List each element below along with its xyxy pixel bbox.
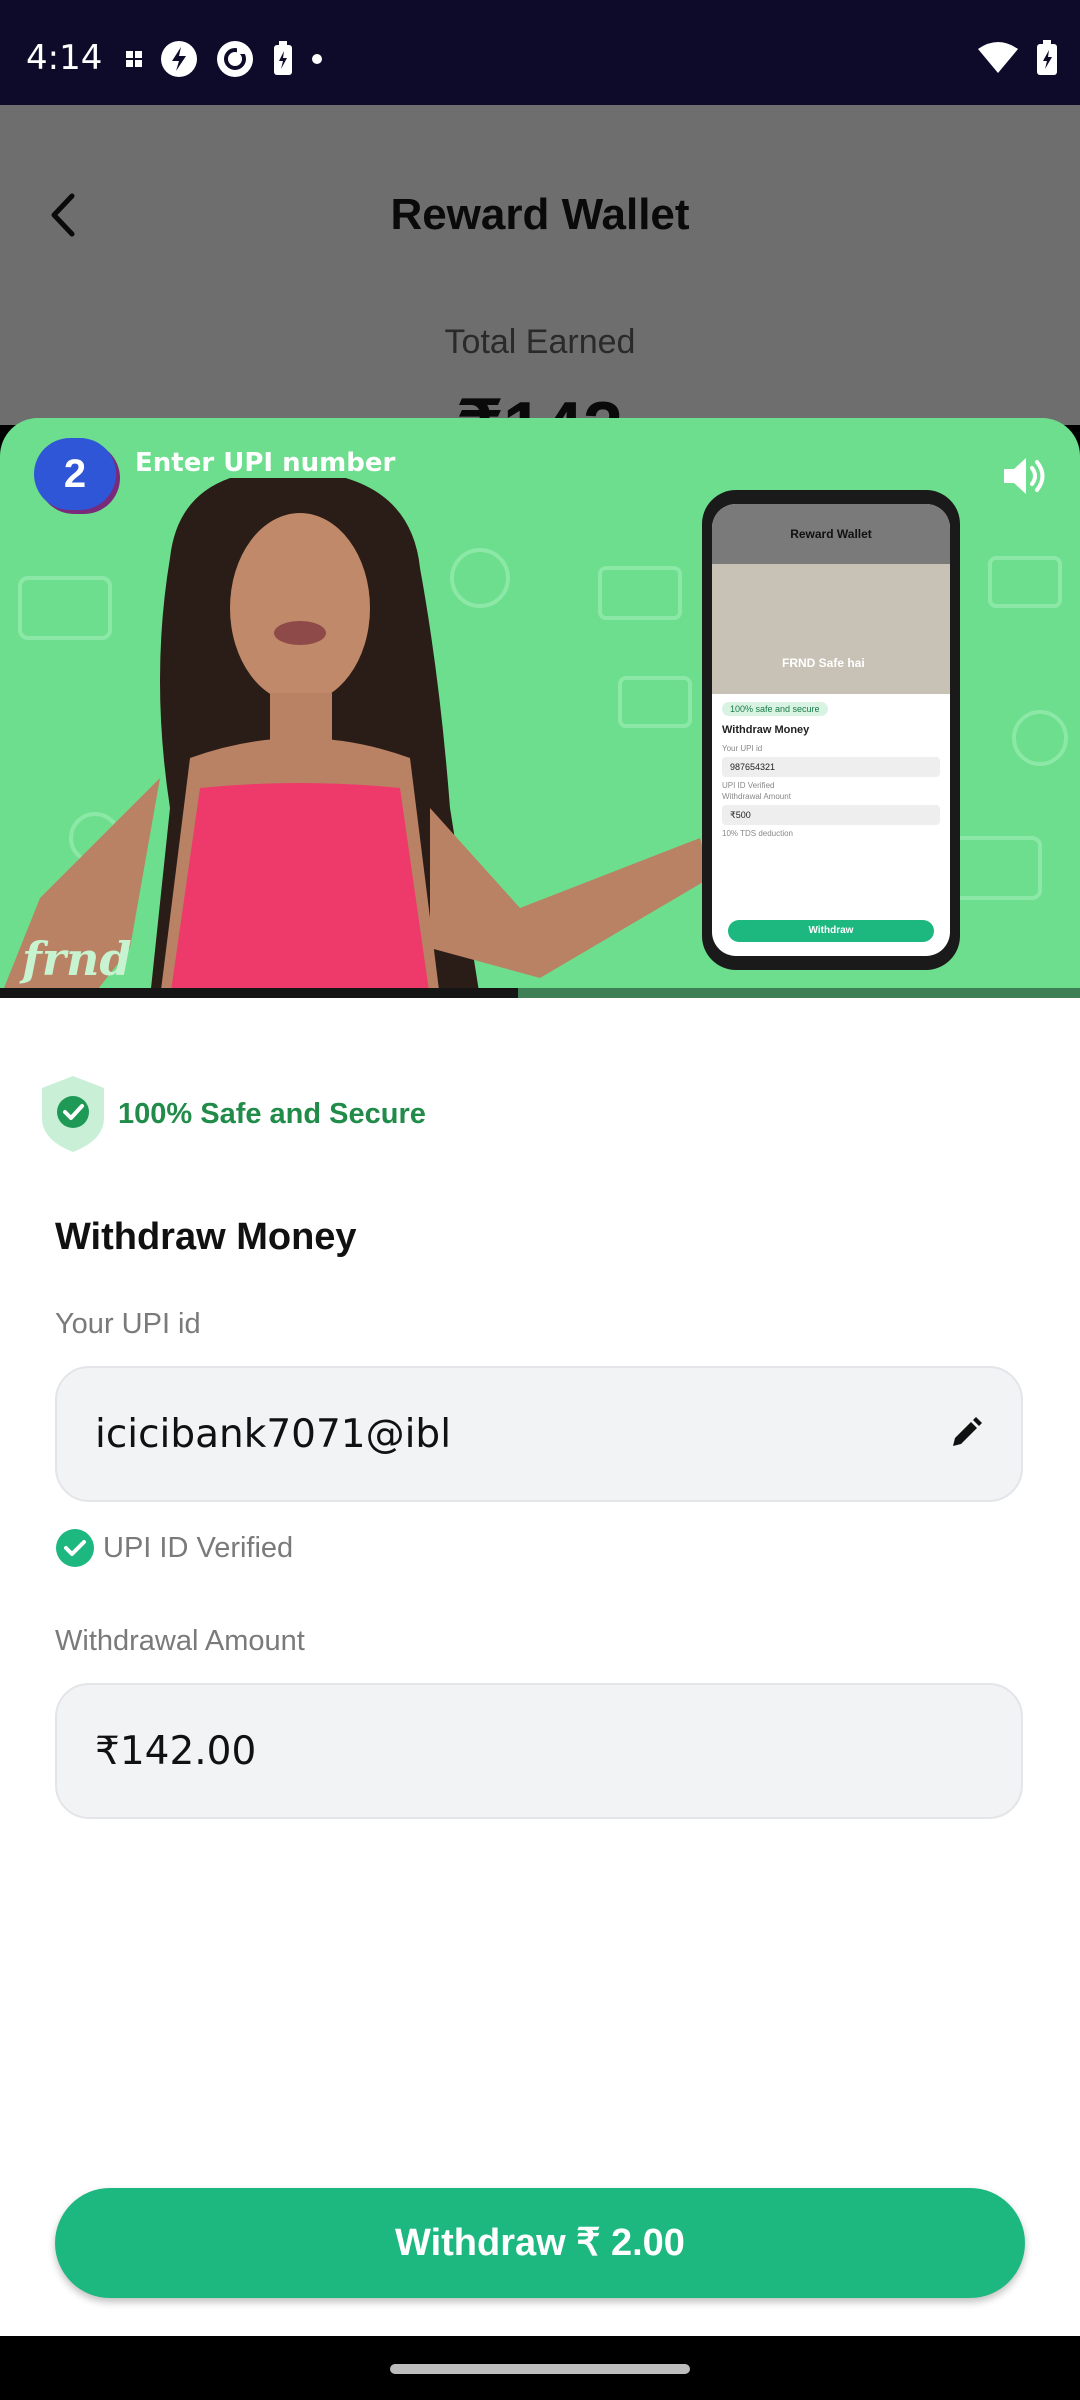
phone-preview-screen: Reward Wallet FRND Safe hai 100% safe an… xyxy=(712,504,950,956)
presenter-image xyxy=(0,478,710,998)
withdrawal-amount-field[interactable]: ₹142.00 xyxy=(55,1683,1023,1819)
video-progress-fill xyxy=(0,988,519,998)
battery-saver-icon xyxy=(274,41,292,75)
phone-preview-amount-label: Withdrawal Amount xyxy=(722,792,791,801)
upi-id-label: Your UPI id xyxy=(55,1308,201,1340)
page-title: Reward Wallet xyxy=(390,190,690,239)
battery-icon xyxy=(1037,40,1057,75)
upi-id-field[interactable]: icicibank7071@ibl xyxy=(55,1366,1023,1502)
phone-preview-upi-value: 987654321 xyxy=(722,757,940,777)
brand-watermark: frnd xyxy=(22,932,132,986)
phone-preview-title: Withdraw Money xyxy=(722,724,810,736)
navigation-bar xyxy=(0,2336,1080,2400)
shield-check-icon xyxy=(42,1076,104,1152)
withdraw-sheet: 100% Safe and Secure Withdraw Money Your… xyxy=(0,998,1080,2336)
grid-icon xyxy=(126,51,142,67)
phone-preview: Reward Wallet FRND Safe hai 100% safe an… xyxy=(702,490,960,970)
phone-preview-amount-value: ₹500 xyxy=(722,805,940,825)
tutorial-video[interactable]: 2 Enter UPI number Reward Wallet FRND Sa… xyxy=(0,418,1080,998)
step-badge: 2 xyxy=(34,438,116,510)
phone-preview-note: 10% TDS deduction xyxy=(722,829,794,838)
upi-verified-row: UPI ID Verified xyxy=(55,1528,293,1568)
upi-id-value: icicibank7071@ibl xyxy=(95,1412,452,1457)
withdrawal-amount-label: Withdrawal Amount xyxy=(55,1625,305,1657)
phone-preview-video-text: FRND Safe hai xyxy=(782,656,865,670)
sync-icon xyxy=(217,41,253,77)
status-icons-left xyxy=(126,40,322,78)
upi-verified-text: UPI ID Verified xyxy=(103,1531,294,1564)
edit-pencil-icon[interactable] xyxy=(949,1416,983,1450)
safe-secure-text: 100% Safe and Secure xyxy=(118,1097,426,1130)
home-gesture-handle[interactable] xyxy=(390,2364,690,2374)
withdrawal-amount-value: ₹142.00 xyxy=(95,1729,257,1774)
withdraw-money-title: Withdraw Money xyxy=(55,1216,357,1258)
check-circle-icon xyxy=(56,1529,94,1567)
status-time: 4:14 xyxy=(26,38,103,78)
phone-preview-video: FRND Safe hai xyxy=(712,564,950,694)
video-caption: Enter UPI number xyxy=(135,448,396,478)
dot-icon xyxy=(312,54,322,64)
phone-preview-upi-label: Your UPI id xyxy=(722,744,763,753)
status-icons-right xyxy=(978,40,1058,76)
volume-icon[interactable] xyxy=(1002,456,1046,496)
safe-secure-row: 100% Safe and Secure xyxy=(40,1074,426,1154)
withdraw-button[interactable]: Withdraw ₹ 2.00 xyxy=(55,2188,1025,2298)
status-bar: 4:14 xyxy=(0,0,1080,105)
total-earned-label: Total Earned xyxy=(444,323,636,361)
flash-icon xyxy=(161,41,197,77)
phone-preview-verified: UPI ID Verified xyxy=(722,781,775,790)
reward-wallet-page: Reward Wallet Total Earned ₹142 xyxy=(0,105,1080,468)
wifi-icon xyxy=(978,42,1018,73)
video-progress-bar[interactable] xyxy=(0,988,1080,998)
phone-preview-header: Reward Wallet xyxy=(712,504,950,564)
phone-preview-badge: 100% safe and secure xyxy=(722,702,828,716)
phone-preview-button: Withdraw xyxy=(728,920,934,942)
